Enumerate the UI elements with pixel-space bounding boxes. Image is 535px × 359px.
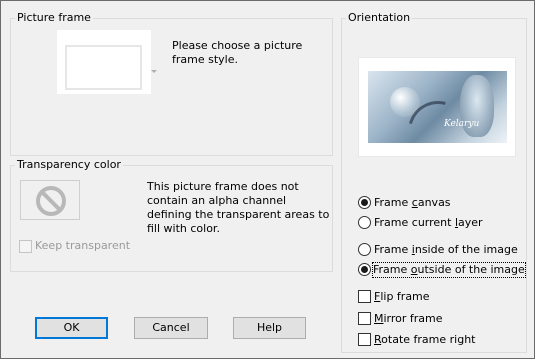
transparency-color-group-title: Transparency color: [15, 158, 123, 172]
transparency-info-line2: contain an alpha channel: [147, 194, 287, 207]
mirror-frame-checkbox[interactable]: [358, 312, 371, 325]
frame-canvas-radio[interactable]: [358, 196, 371, 209]
mirror-frame-label: Mirror frame: [374, 312, 443, 325]
transparency-info-line4: fill with color.: [147, 222, 220, 235]
frame-canvas-label: Frame canvas: [374, 196, 451, 209]
chevron-down-icon[interactable]: [151, 70, 157, 74]
help-button[interactable]: Help: [233, 317, 306, 339]
picture-frame-dialog: Picture frame Please choose a picture fr…: [0, 0, 535, 359]
frame-style-prompt-line1: Please choose a picture: [172, 39, 303, 52]
rotate-frame-right-label: Rotate frame right: [374, 333, 476, 346]
keep-transparent-label: Keep transparent: [35, 239, 131, 252]
frame-inside-radio[interactable]: [358, 243, 371, 256]
frame-inside-label: Frame inside of the image: [374, 243, 518, 256]
frame-outside-radio[interactable]: [358, 263, 371, 276]
frame-style-preview[interactable]: [57, 30, 151, 94]
flip-frame-label: Flip frame: [374, 290, 430, 303]
frame-outside-label: Frame outside of the image: [372, 262, 526, 278]
rotate-frame-right-checkbox[interactable]: [358, 333, 371, 346]
frame-current-layer-label: Frame current layer: [374, 216, 483, 229]
transparency-info-line3: defining the transparent areas to: [147, 208, 330, 221]
orientation-group-title: Orientation: [346, 11, 413, 25]
keep-transparent-checkbox[interactable]: [19, 240, 32, 253]
frame-current-layer-radio[interactable]: [358, 216, 371, 229]
frame-style-thumbnail: [65, 45, 142, 90]
orientation-preview: Kelaryu: [358, 57, 516, 157]
preview-signature: Kelaryu: [444, 119, 480, 129]
ok-button[interactable]: OK: [35, 317, 108, 339]
no-symbol-icon: [36, 186, 66, 216]
picture-frame-group-title: Picture frame: [15, 11, 93, 25]
transparency-color-swatch: [20, 180, 80, 220]
transparency-info-line1: This picture frame does not: [147, 180, 299, 193]
orientation-preview-image: Kelaryu: [368, 71, 507, 143]
cancel-button[interactable]: Cancel: [134, 317, 208, 339]
frame-style-prompt-line2: frame style.: [172, 53, 238, 66]
flip-frame-checkbox[interactable]: [358, 290, 371, 303]
